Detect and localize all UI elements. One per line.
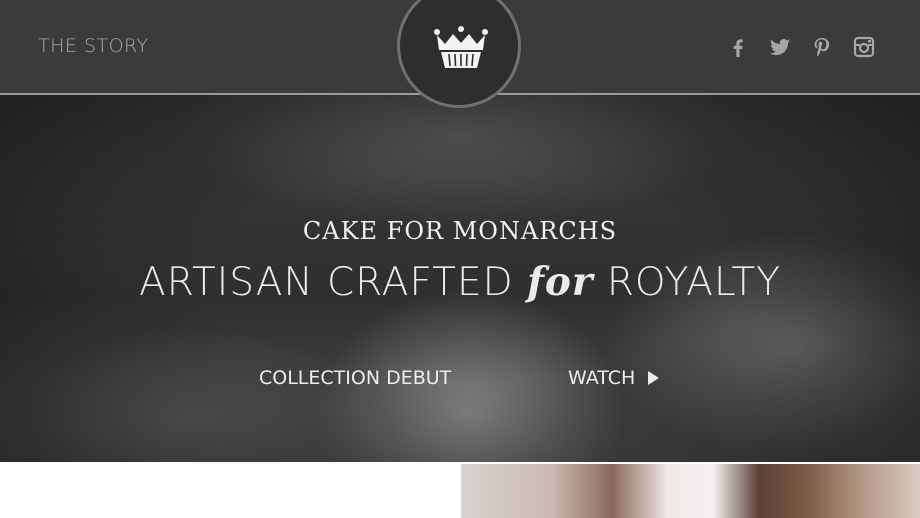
instagram-icon[interactable] bbox=[852, 35, 876, 59]
hero-tagline: ARTISAN CRAFTED for ROYALTY bbox=[0, 259, 920, 305]
tagline-after: ROYALTY bbox=[593, 260, 781, 305]
crown-cupcake-icon bbox=[434, 26, 488, 68]
nav-the-story[interactable]: THE STORY bbox=[38, 35, 149, 57]
play-icon[interactable] bbox=[648, 371, 659, 385]
twitter-icon[interactable] bbox=[768, 35, 792, 59]
watch-link[interactable]: WATCH bbox=[568, 367, 635, 389]
brand-title: CAKE FOR MONARCHS bbox=[302, 217, 618, 245]
facebook-icon[interactable] bbox=[726, 35, 750, 59]
tagline-for: for bbox=[527, 259, 594, 305]
pinterest-icon[interactable] bbox=[810, 35, 834, 59]
featured-photo bbox=[461, 464, 920, 518]
tagline-before: ARTISAN CRAFTED bbox=[139, 260, 528, 305]
collection-debut-link[interactable]: COLLECTION DEBUT bbox=[259, 367, 451, 389]
hero-banner: CAKE FOR MONARCHS ARTISAN CRAFTED for RO… bbox=[0, 95, 920, 462]
